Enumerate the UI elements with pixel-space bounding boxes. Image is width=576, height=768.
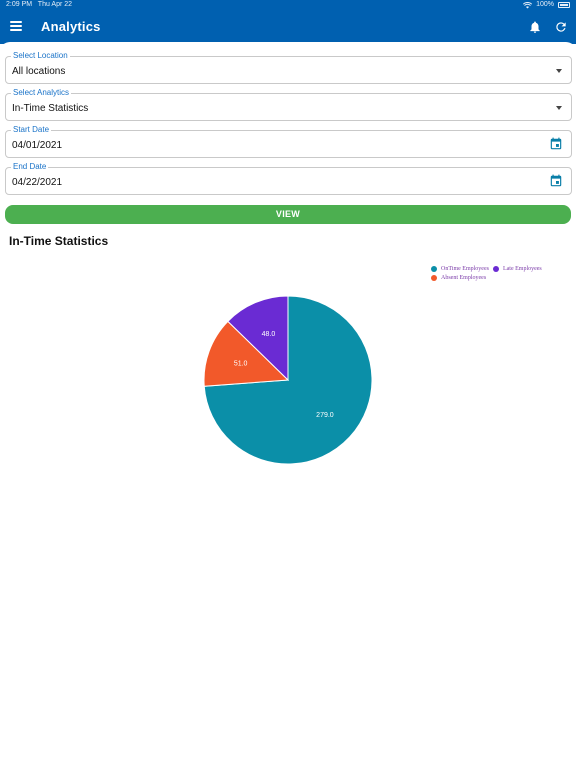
- start-date-label: Start Date: [11, 125, 52, 135]
- wifi-icon: [523, 1, 533, 8]
- status-bar: 2:09 PM Thu Apr 22 100%: [0, 0, 576, 10]
- status-time: 2:09 PM: [6, 1, 33, 8]
- location-label: Select Location: [11, 51, 70, 61]
- pie-label-late: 48.0: [262, 331, 276, 338]
- legend-swatch-absent: [431, 274, 437, 281]
- location-value: All locations: [12, 66, 66, 77]
- legend-item-late[interactable]: Late Employees: [492, 265, 542, 272]
- pie-chart: 279.0 51.0 48.0: [203, 295, 373, 465]
- end-date-field[interactable]: End Date 04/22/2021: [5, 162, 572, 195]
- chevron-down-icon: [556, 106, 562, 110]
- pie-label-ontime: 279.0: [316, 412, 334, 419]
- app-bar: Analytics: [0, 10, 576, 44]
- legend-label-ontime: OnTime Employees: [441, 265, 489, 272]
- end-date-value: 04/22/2021: [12, 177, 63, 188]
- analytics-select[interactable]: Select Analytics In-Time Statistics: [5, 88, 572, 121]
- status-left: 2:09 PM Thu Apr 22: [6, 0, 72, 10]
- start-date-value: 04/01/2021: [12, 140, 63, 151]
- start-date-field[interactable]: Start Date 04/01/2021: [5, 125, 572, 158]
- content-area: Select Location All locations Select Ana…: [0, 42, 576, 768]
- analytics-value: In-Time Statistics: [12, 103, 89, 114]
- calendar-icon[interactable]: [549, 137, 563, 151]
- menu-icon[interactable]: [10, 21, 22, 33]
- legend-item-ontime[interactable]: OnTime Employees: [431, 265, 489, 272]
- battery-percent: 100%: [536, 1, 554, 8]
- legend-label-late: Late Employees: [502, 265, 542, 272]
- analytics-label: Select Analytics: [11, 88, 72, 98]
- chevron-down-icon: [556, 69, 562, 73]
- end-date-label: End Date: [11, 162, 49, 172]
- legend-swatch-late: [492, 265, 499, 272]
- status-date: Thu Apr 22: [37, 1, 73, 8]
- status-right: 100%: [523, 0, 570, 10]
- calendar-icon[interactable]: [549, 174, 563, 188]
- legend-label-absent: Absent Employees: [441, 274, 487, 281]
- legend-swatch-ontime: [431, 265, 437, 272]
- location-select[interactable]: Select Location All locations: [5, 51, 572, 84]
- bell-icon[interactable]: [528, 20, 542, 34]
- legend-item-absent[interactable]: Absent Employees: [431, 274, 487, 281]
- section-title: In-Time Statistics: [9, 234, 109, 248]
- page-title: Analytics: [41, 19, 101, 34]
- battery-icon: [558, 2, 570, 8]
- pie-label-absent: 51.0: [234, 360, 248, 367]
- chart-legend: OnTime Employees Late Employees Absent E…: [431, 264, 571, 282]
- refresh-icon[interactable]: [554, 20, 568, 34]
- view-button[interactable]: VIEW: [5, 205, 571, 224]
